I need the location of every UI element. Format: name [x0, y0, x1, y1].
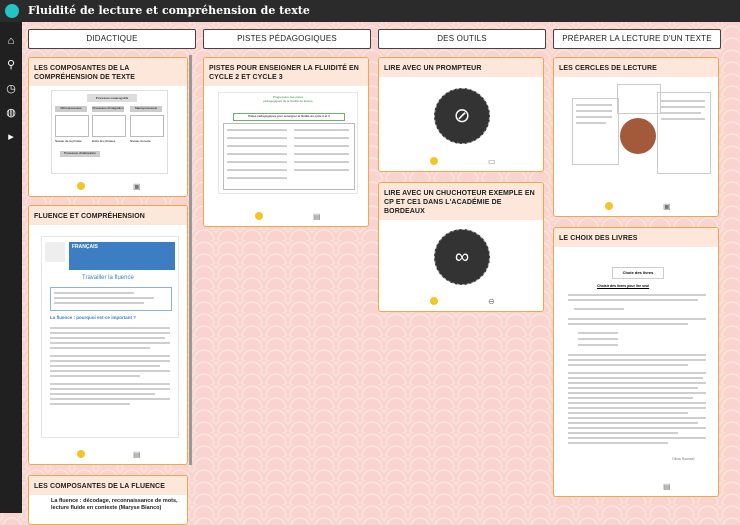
reaction-icon[interactable]	[77, 182, 85, 190]
globe-icon[interactable]: ◍	[4, 106, 18, 120]
card-title: LES CERCLES DE LECTURE	[554, 58, 718, 77]
reaction-icon[interactable]	[430, 157, 438, 165]
document-type-icon: ▤	[313, 212, 321, 221]
reaction-icon[interactable]	[77, 450, 85, 458]
document-type-icon: ▤	[663, 482, 671, 491]
card-title: LES COMPOSANTES DE LA FLUENCE	[29, 476, 187, 495]
document-type-icon: ▤	[133, 450, 141, 459]
card-chuchoteur[interactable]: LIRE AVEC UN CHUCHOTEUR EXEMPLE EN CP ET…	[378, 182, 544, 312]
document-thumbnail: Choix des livres Choisir des livres pour…	[562, 252, 712, 470]
column-header-didactique[interactable]: DIDACTIQUE	[28, 29, 196, 49]
image-type-icon: ▣	[133, 182, 141, 191]
reaction-icon[interactable]	[605, 202, 613, 210]
page-title: Fluidité de lecture et compréhension de …	[28, 4, 310, 17]
reaction-icon[interactable]	[255, 212, 263, 220]
card-title: LIRE AVEC UN CHUCHOTEUR EXEMPLE EN CP ET…	[379, 183, 543, 220]
home-icon[interactable]: ⌂	[4, 34, 18, 48]
card-title: LIRE AVEC UN PROMPTEUR	[379, 58, 543, 77]
attachment-icon[interactable]: ⊘	[434, 88, 490, 144]
card-pistes-fluidite[interactable]: PISTES POUR ENSEIGNER LA FLUIDITÉ EN CYC…	[203, 57, 369, 227]
link-icon[interactable]: ∞	[434, 229, 490, 285]
document-thumbnail: FRANÇAIS Travailler la fluence La fluenc…	[41, 236, 179, 438]
column-header-preparer[interactable]: PRÉPARER LA LECTURE D'UN TEXTE	[553, 29, 721, 49]
column-header-pistes[interactable]: PISTES PÉDAGOGIQUES	[203, 29, 371, 49]
card-title: PISTES POUR ENSEIGNER LA FLUIDITÉ EN CYC…	[204, 58, 368, 86]
column-header-outils[interactable]: DES OUTILS	[378, 29, 546, 49]
play-icon[interactable]: ▸	[4, 130, 18, 144]
image-thumbnail	[562, 80, 712, 192]
diagram-thumbnail: Processus métacognitifs Microprocessus P…	[51, 90, 168, 174]
search-icon[interactable]: ⚲	[4, 58, 18, 72]
column-scrollbar[interactable]	[189, 55, 192, 465]
top-bar: Fluidité de lecture et compréhension de …	[0, 0, 740, 22]
clock-icon[interactable]: ◷	[4, 82, 18, 96]
card-title: LE CHOIX DES LIVRES	[554, 228, 718, 247]
card-composantes-comprehension[interactable]: LES COMPOSANTES DE LA COMPRÉHENSION DE T…	[28, 57, 188, 197]
card-title: LES COMPOSANTES DE LA COMPRÉHENSION DE T…	[29, 58, 187, 86]
card-choix-livres[interactable]: LE CHOIX DES LIVRES Choix des livres Cho…	[553, 227, 719, 497]
card-composantes-fluence[interactable]: LES COMPOSANTES DE LA FLUENCE La fluence…	[28, 475, 188, 525]
card-cercles-lecture[interactable]: LES CERCLES DE LECTURE ▣	[553, 57, 719, 217]
padlet-logo-icon[interactable]	[5, 4, 19, 18]
link-type-icon: ▭	[488, 157, 496, 166]
card-prompteur[interactable]: LIRE AVEC UN PROMPTEUR ⊘ ▭	[378, 57, 544, 172]
sidebar: ⌂ ⚲ ◷ ◍ ▸	[0, 22, 22, 513]
document-thumbnail: Progression des pistes pédagogiques de l…	[218, 92, 358, 194]
image-type-icon: ▣	[663, 202, 671, 211]
card-title: FLUENCE ET COMPRÉHENSION	[29, 206, 187, 225]
link-type-icon: ⊖	[488, 297, 495, 306]
reaction-icon[interactable]	[430, 297, 438, 305]
card-fluence-comprehension[interactable]: FLUENCE ET COMPRÉHENSION FRANÇAIS Travai…	[28, 205, 188, 465]
card-subtitle: La fluence : décodage, reconnaissance de…	[51, 498, 178, 511]
